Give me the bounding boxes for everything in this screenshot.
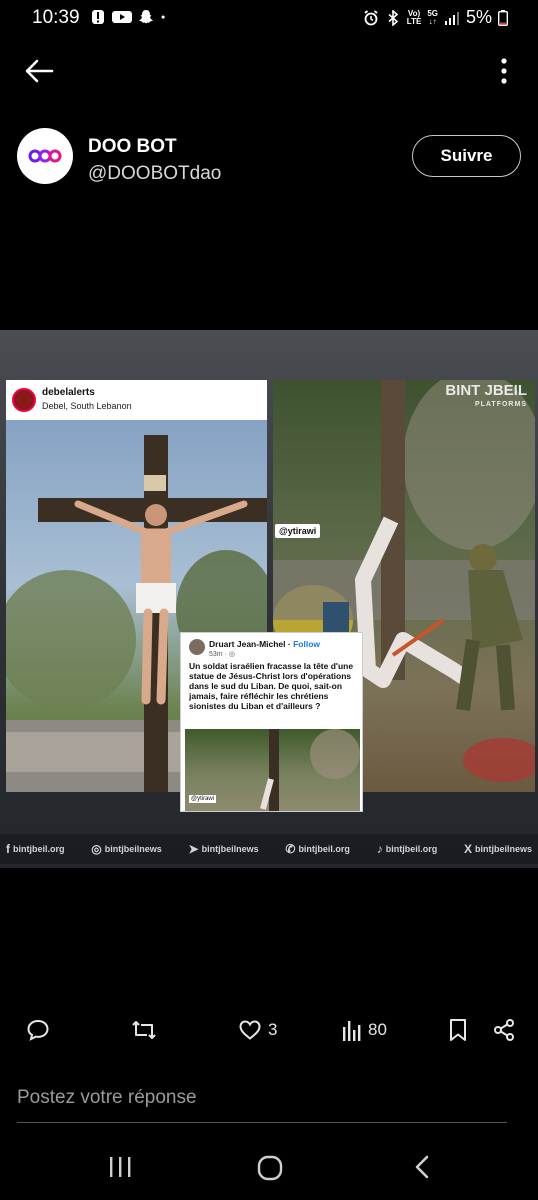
bluetooth-icon bbox=[388, 9, 399, 26]
views-chart-icon bbox=[343, 1021, 361, 1041]
battery-icon bbox=[498, 9, 508, 26]
avatar[interactable] bbox=[17, 128, 73, 184]
system-nav-bar bbox=[0, 1145, 538, 1190]
whatsapp-icon: ✆ bbox=[285, 842, 296, 856]
bookmark-icon bbox=[450, 1019, 466, 1041]
dot-icon bbox=[161, 15, 165, 19]
back-arrow-icon[interactable] bbox=[22, 56, 56, 86]
social-tiktok: ♪ bintjbeil.org bbox=[376, 842, 438, 856]
ig-username: debelalerts bbox=[42, 387, 95, 398]
fb-photo: @ytirawi bbox=[185, 729, 360, 811]
share-icon bbox=[494, 1019, 514, 1041]
like-count: 3 bbox=[268, 1020, 278, 1039]
notification-icons bbox=[90, 9, 170, 25]
profile-handle[interactable]: @DOOBOTdao bbox=[88, 163, 221, 185]
doo-logo-icon bbox=[28, 149, 62, 163]
tiktok-icon: ♪ bbox=[376, 842, 383, 856]
post-media[interactable]: debelalerts Debel, South Lebanon BINT JB… bbox=[0, 330, 538, 868]
home-icon[interactable] bbox=[257, 1155, 283, 1181]
instagram-header: debelalerts Debel, South Lebanon bbox=[6, 380, 267, 420]
snapchat-icon bbox=[139, 10, 153, 24]
heart-icon bbox=[239, 1020, 261, 1040]
youtube-icon bbox=[112, 11, 132, 23]
telegram-icon: ➤ bbox=[188, 842, 199, 856]
repost-icon bbox=[132, 1021, 156, 1039]
alarm-icon bbox=[364, 9, 378, 25]
social-x: Xbintjbeilnews bbox=[463, 842, 532, 856]
views-button[interactable]: 80 bbox=[342, 1018, 387, 1042]
bookmark-button[interactable] bbox=[448, 1018, 468, 1042]
alert-icon bbox=[92, 10, 104, 24]
bint-jbeil-watermark: BINT JBEIL PLATFORMS bbox=[445, 382, 527, 408]
facebook-post-card: Druart Jean-Michel · Follow 53m · ◎ Un s… bbox=[180, 632, 363, 812]
ig-avatar bbox=[12, 388, 36, 412]
fb-photo-tag: @ytirawi bbox=[189, 795, 217, 803]
recent-apps-icon[interactable] bbox=[108, 1155, 132, 1179]
ig-location: Debel, South Lebanon bbox=[42, 401, 132, 411]
social-footer: f bintjbeil.org ◎ bintjbeilnews ➤ bintjbeil… bbox=[0, 834, 538, 864]
network-gen-indicator: 5G ↓↑ bbox=[427, 8, 438, 26]
fb-follow-link: Follow bbox=[293, 639, 321, 649]
status-bar: 10:39 Vo) LTE 5G ↓↑ 5% bbox=[0, 0, 538, 36]
social-whatsapp: ✆ bintjbeil.org bbox=[285, 842, 350, 856]
volte-indicator: Vo) LTE bbox=[406, 8, 422, 26]
follow-button[interactable]: Suivre bbox=[412, 135, 521, 177]
signal-icon bbox=[444, 11, 459, 25]
comment-icon bbox=[27, 1019, 49, 1041]
fb-text: Un soldat israélien fracasse la tête d'u… bbox=[189, 661, 354, 711]
profile-name[interactable]: DOO BOT bbox=[88, 136, 177, 158]
status-right: Vo) LTE 5G ↓↑ 5% bbox=[363, 7, 508, 28]
facebook-icon: f bbox=[6, 842, 10, 856]
status-time: 10:39 bbox=[32, 7, 80, 28]
social-telegram: ➤ bintjbeilnews bbox=[188, 842, 259, 856]
like-button[interactable]: 3 bbox=[238, 1018, 277, 1042]
photo-tag: @ytirawi bbox=[275, 524, 321, 538]
share-button[interactable] bbox=[492, 1018, 516, 1042]
post-actions: 3 80 bbox=[0, 1012, 538, 1048]
repost-button[interactable] bbox=[131, 1018, 157, 1042]
view-count: 80 bbox=[368, 1020, 387, 1039]
reply-input[interactable]: Postez votre réponse bbox=[17, 1083, 507, 1123]
instagram-icon: ◎ bbox=[91, 842, 102, 856]
fb-author: Druart Jean-Michel · Follow bbox=[209, 639, 321, 649]
back-nav-icon[interactable] bbox=[412, 1155, 432, 1179]
social-instagram: ◎ bintjbeilnews bbox=[91, 842, 162, 856]
battery-percent: 5% bbox=[465, 7, 492, 27]
social-facebook: f bintjbeil.org bbox=[6, 842, 65, 856]
x-icon: X bbox=[463, 842, 472, 856]
reply-button[interactable] bbox=[26, 1018, 50, 1042]
fb-timestamp: 53m · ◎ bbox=[209, 651, 235, 658]
fb-avatar bbox=[189, 639, 205, 655]
more-options-icon[interactable] bbox=[498, 56, 510, 86]
